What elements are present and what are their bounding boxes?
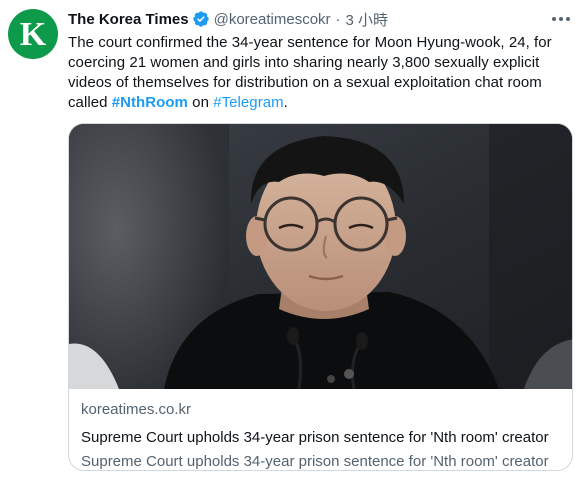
card-image[interactable] <box>69 124 572 389</box>
hashtag-telegram-link[interactable]: #Telegram <box>213 94 283 111</box>
card-title: Supreme Court upholds 34-year prison sen… <box>81 429 549 446</box>
tweet-text: The court confirmed the 34-year sentence… <box>68 33 573 113</box>
tweet[interactable]: K The Korea Times @koreatimescokr · 3 小時… <box>0 0 586 480</box>
card-domain: koreatimes.co.kr <box>81 401 192 418</box>
card-description: Supreme Court upholds 34-year prison sen… <box>81 453 549 470</box>
hashtag-nthroom-link[interactable]: #NthRoom <box>112 94 188 111</box>
more-options-icon[interactable] <box>550 10 572 28</box>
tweet-text-connector: on <box>187 94 214 111</box>
author-display-name[interactable]: The Korea Times <box>68 11 189 28</box>
avatar[interactable]: K <box>8 9 58 59</box>
tweet-header: The Korea Times @koreatimescokr · 3 小時 <box>68 9 546 29</box>
header-separator: · <box>335 10 341 28</box>
link-preview-card[interactable]: koreatimes.co.kr Supreme Court upholds 3… <box>68 123 573 471</box>
tweet-timestamp[interactable]: 3 小時 <box>346 9 389 30</box>
avatar-logo: K <box>19 16 47 53</box>
tweet-text-end: . <box>283 94 288 111</box>
verified-badge-icon <box>192 10 210 28</box>
card-meta[interactable]: koreatimes.co.kr Supreme Court upholds 3… <box>81 400 562 470</box>
author-handle[interactable]: @koreatimescokr <box>214 11 331 28</box>
